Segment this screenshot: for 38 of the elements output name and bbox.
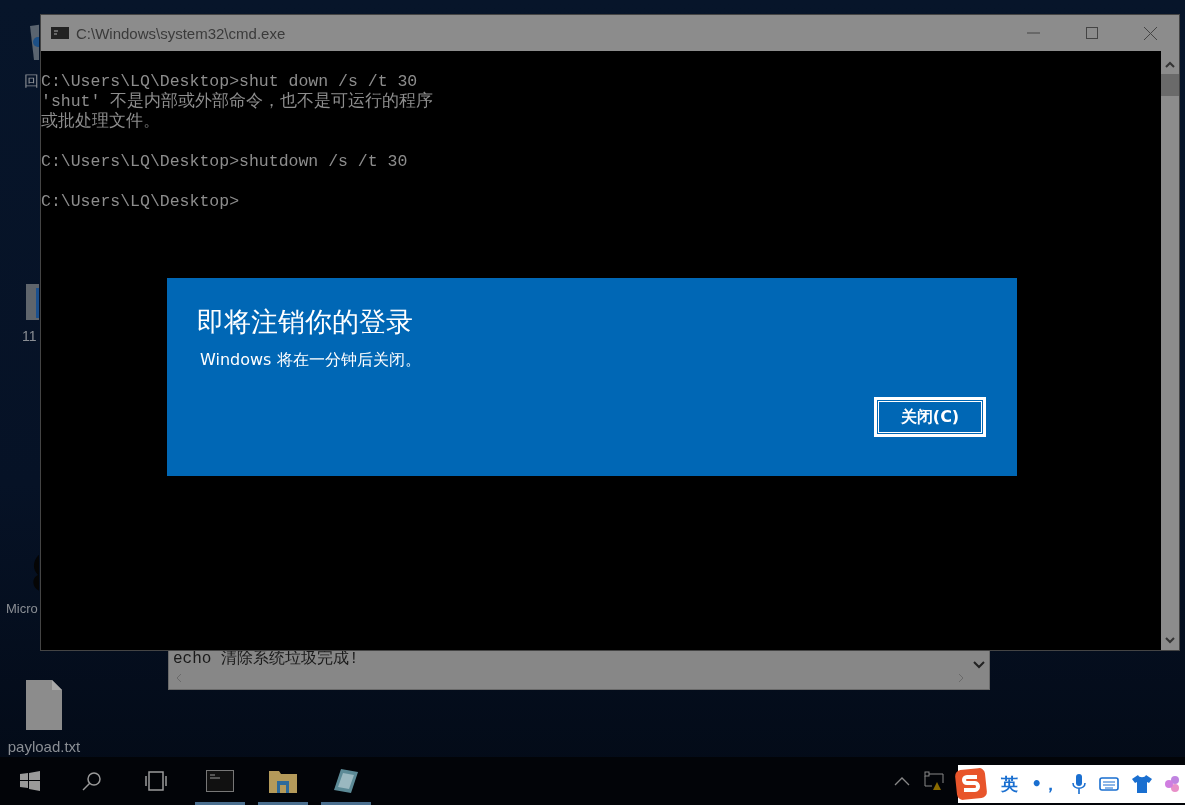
start-icon[interactable] <box>20 771 40 791</box>
input-method-logo-icon[interactable] <box>954 767 989 801</box>
scroll-thumb[interactable] <box>1161 74 1179 96</box>
icon-label: 回 <box>24 72 39 91</box>
notepad-icon <box>333 768 359 794</box>
icon-label: Micro <box>6 601 38 616</box>
close-icon[interactable] <box>1144 26 1157 40</box>
shirt-icon[interactable] <box>1132 775 1152 793</box>
console-line: 'shut' 不是内部或外部命令，也不是可运行的程序 <box>41 92 435 112</box>
window-title: C:\Windows\system32\cmd.exe <box>76 24 286 42</box>
input-mode-toggle[interactable]: 英 <box>1001 772 1019 796</box>
text-file-icon[interactable] <box>24 678 64 732</box>
chevron-up-icon[interactable] <box>894 776 911 786</box>
dropdown-caret-icon[interactable] <box>973 661 985 669</box>
scroll-down-icon[interactable] <box>1165 637 1175 644</box>
flower-icon[interactable] <box>1165 774 1179 794</box>
scroll-up-icon[interactable] <box>1165 61 1175 68</box>
network-warning-icon[interactable] <box>924 771 945 791</box>
console-line: C:\Users\LQ\Desktop> <box>41 192 241 212</box>
console-icon <box>206 770 234 792</box>
vertical-scrollbar[interactable] <box>1161 51 1179 650</box>
console-icon <box>51 27 69 39</box>
icon-label: 11 <box>22 328 37 344</box>
icon-label: payload.txt <box>7 738 81 755</box>
window-icon[interactable] <box>24 282 39 322</box>
keyboard-icon[interactable] <box>1099 777 1119 791</box>
task-view-icon[interactable] <box>144 771 168 791</box>
maximize-icon[interactable] <box>1086 27 1098 39</box>
microphone-icon[interactable] <box>1072 774 1086 794</box>
folder-icon <box>269 769 297 793</box>
close-button[interactable]: 关闭(C) <box>874 397 986 437</box>
dialog-title: 即将注销你的登录 <box>197 305 413 339</box>
console-line: C:\Users\LQ\Desktop>shutdown /s /t 30 <box>41 152 409 172</box>
search-icon[interactable] <box>82 771 102 791</box>
punctuation-toggle[interactable]: •， <box>1031 772 1059 796</box>
console-line: 或批处理文件。 <box>41 112 161 132</box>
dialog-message: Windows 将在一分钟后关闭。 <box>199 350 422 371</box>
console-line: C:\Users\LQ\Desktop>shut down /s /t 30 <box>41 72 419 91</box>
